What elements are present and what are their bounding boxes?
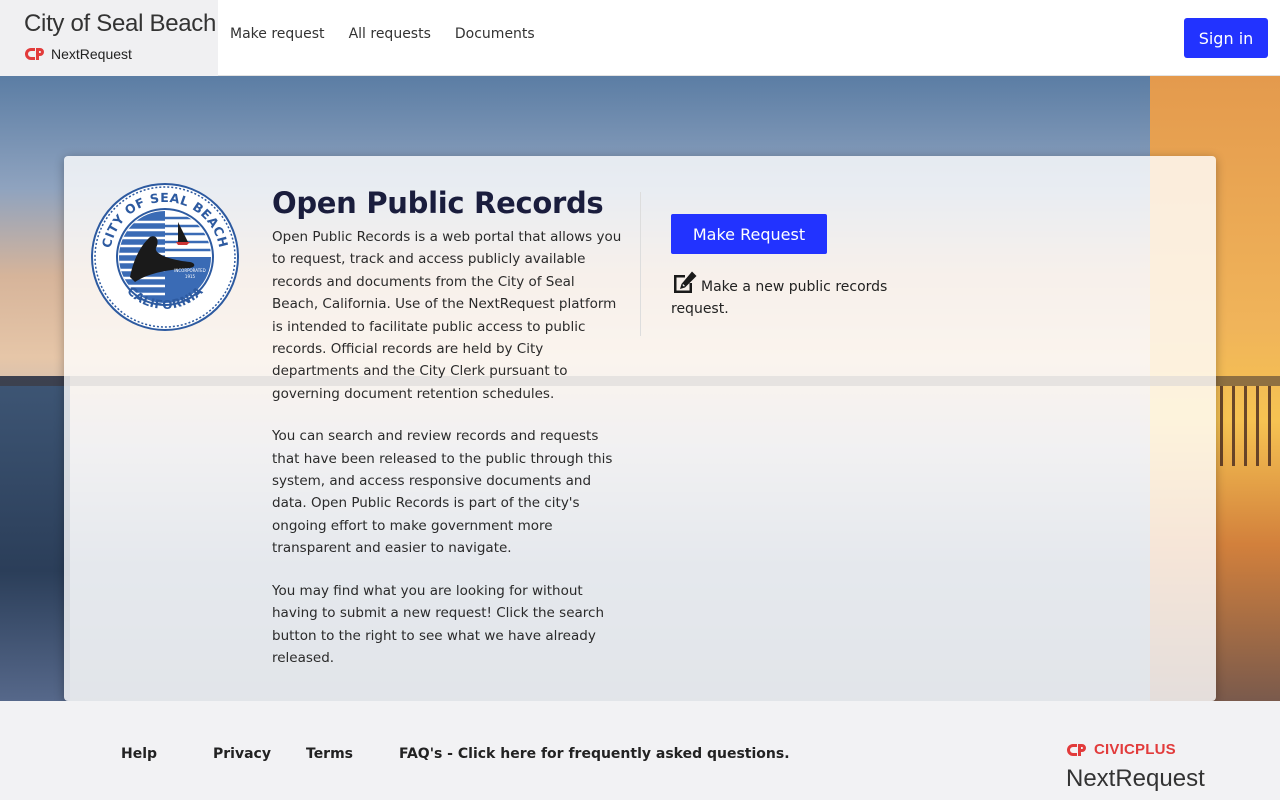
page-title: Open Public Records	[272, 186, 604, 220]
make-request-button[interactable]: Make Request	[671, 214, 827, 254]
nav-all-requests[interactable]: All requests	[349, 26, 431, 42]
nextrequest-logo-text: NextRequest	[1066, 765, 1205, 792]
seal-incorporated: INCORPORATED	[174, 268, 206, 273]
intro-content: Open Public Records Open Public Records …	[272, 184, 624, 689]
main-nav: Make request All requests Documents	[230, 26, 535, 42]
cp-logo-icon	[25, 48, 44, 60]
intro-paragraph-3: You may find what you are looking for wi…	[272, 582, 605, 666]
footer-terms-link[interactable]: Terms	[306, 746, 399, 762]
product-brand: NextRequest	[24, 46, 218, 62]
intro-paragraph-2: You can search and review records and re…	[272, 428, 613, 557]
intro-card: CITY OF SEAL BEACH CALIFORNIA INCORPORAT…	[64, 156, 1216, 701]
product-name: NextRequest	[51, 46, 132, 62]
civicplus-logo: CIVICPLUS	[1066, 741, 1176, 758]
seal-year: 1915	[185, 274, 196, 279]
column-divider	[640, 192, 641, 336]
action-panel: Make Request Make a new public records r…	[671, 214, 911, 320]
footer-links: Help Privacy Terms FAQ's - Click here fo…	[121, 746, 790, 762]
page-footer: Help Privacy Terms FAQ's - Click here fo…	[0, 701, 1280, 800]
intro-paragraph-1: Open Public Records is a web portal that…	[272, 229, 622, 402]
footer-help-link[interactable]: Help	[121, 746, 213, 762]
cp-logo-icon	[1067, 743, 1086, 756]
city-title[interactable]: City of Seal Beach	[24, 10, 218, 38]
civicplus-label: CIVICPLUS	[1094, 741, 1176, 758]
city-seal-logo: CITY OF SEAL BEACH CALIFORNIA INCORPORAT…	[91, 183, 239, 331]
footer-faq-link[interactable]: FAQ's - Click here for frequently asked …	[399, 746, 790, 762]
nav-make-request[interactable]: Make request	[230, 26, 325, 42]
brand[interactable]: City of Seal Beach NextRequest	[0, 0, 218, 76]
edit-icon	[674, 271, 697, 293]
nav-documents[interactable]: Documents	[455, 26, 535, 42]
footer-privacy-link[interactable]: Privacy	[213, 746, 306, 762]
hero-ocean	[0, 376, 70, 701]
hero-pier-pilings	[1220, 386, 1280, 466]
sign-in-button[interactable]: Sign in	[1184, 18, 1268, 58]
top-header: City of Seal Beach NextRequest Make requ…	[0, 0, 1280, 76]
make-request-description: Make a new public records request.	[671, 270, 911, 320]
make-request-desc-text: Make a new public records request.	[671, 279, 888, 317]
